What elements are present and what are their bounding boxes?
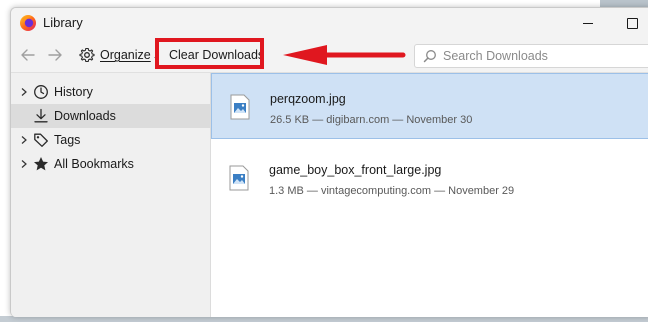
arrow-right-icon[interactable] xyxy=(44,45,66,65)
clock-icon xyxy=(34,85,48,99)
sidebar-item-history[interactable]: History xyxy=(11,80,210,104)
downloads-list: perqzoom.jpg 26.5 KB — digibarn.com — No… xyxy=(211,73,648,317)
tag-icon xyxy=(34,133,48,147)
download-file-details: 26.5 KB — digibarn.com — November 30 xyxy=(270,114,473,126)
star-icon xyxy=(34,157,48,171)
minimize-button[interactable] xyxy=(577,12,599,34)
download-file-name: perqzoom.jpg xyxy=(270,92,346,106)
sidebar-item-label: Downloads xyxy=(54,109,116,123)
organize-button[interactable]: Organize ⌄ xyxy=(75,43,163,67)
download-item[interactable]: game_boy_box_front_large.jpg 1.3 MB — vi… xyxy=(211,145,648,211)
library-window: Library Organize ⌄ Clear Downloads Searc… xyxy=(10,7,648,317)
title-bar: Library xyxy=(11,8,648,38)
download-file-name: game_boy_box_front_large.jpg xyxy=(269,163,442,177)
annotation-highlight-box xyxy=(155,38,264,69)
image-file-icon xyxy=(229,165,249,191)
search-input[interactable] xyxy=(443,49,643,63)
sidebar-item-downloads[interactable]: Downloads xyxy=(11,104,210,128)
screenshot: Library Organize ⌄ Clear Downloads Searc… xyxy=(0,0,648,322)
sidebar-item-tags[interactable]: Tags xyxy=(11,128,210,152)
download-item[interactable]: perqzoom.jpg 26.5 KB — digibarn.com — No… xyxy=(211,73,648,139)
sidebar: History Downloads Tags All Bookmarks xyxy=(11,73,211,317)
download-icon xyxy=(34,108,48,123)
firefox-icon xyxy=(20,15,36,31)
sidebar-item-label: History xyxy=(54,85,93,99)
sidebar-item-label: Tags xyxy=(54,133,81,147)
sidebar-item-all-bookmarks[interactable]: All Bookmarks xyxy=(11,152,210,176)
annotation-arrow xyxy=(283,45,406,65)
arrow-left-icon[interactable] xyxy=(17,45,39,65)
image-file-icon xyxy=(230,94,250,120)
sidebar-item-label: All Bookmarks xyxy=(54,157,134,171)
chevron-right-icon[interactable] xyxy=(19,159,29,169)
organize-label: Organize xyxy=(100,48,151,62)
chevron-right-icon[interactable] xyxy=(19,135,29,145)
window-title: Library xyxy=(43,15,83,30)
search-icon xyxy=(423,50,436,63)
download-file-details: 1.3 MB — vintagecomputing.com — November… xyxy=(269,185,515,197)
search-field[interactable] xyxy=(414,44,648,68)
gear-icon xyxy=(79,47,95,63)
maximize-button[interactable] xyxy=(621,12,643,34)
chevron-right-icon[interactable] xyxy=(19,87,29,97)
